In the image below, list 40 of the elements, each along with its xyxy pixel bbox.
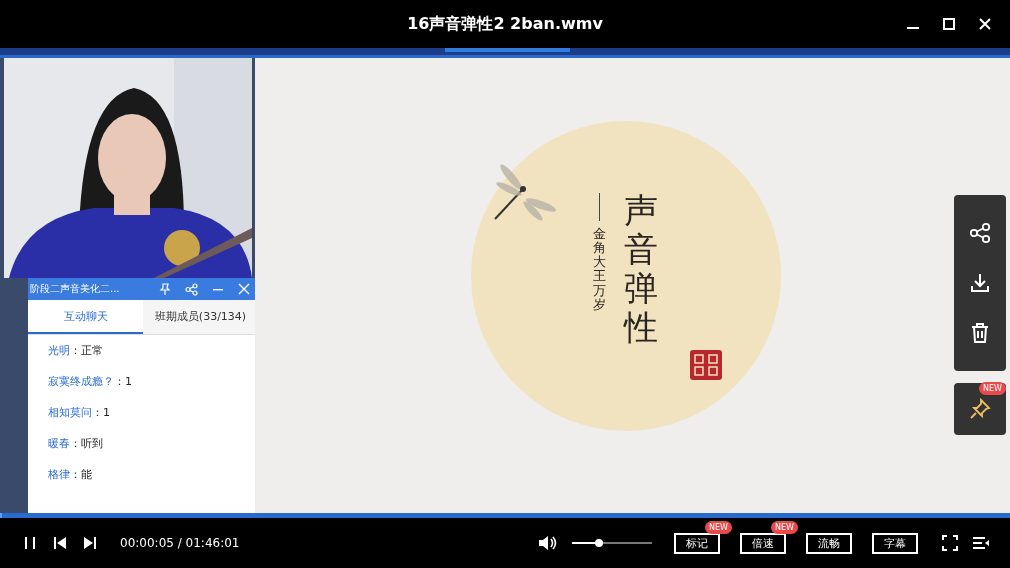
panel-title: 阶段二声音美化二...: [30, 282, 121, 296]
sender-name: 暖春: [48, 437, 70, 450]
seal-stamp-icon: [688, 348, 723, 381]
message-text: ：正常: [70, 344, 103, 357]
next-icon[interactable]: [82, 535, 98, 551]
sender-name: 寂寞终成瘾？: [48, 375, 114, 388]
volume-icon[interactable]: [538, 534, 558, 552]
share-icon[interactable]: [969, 222, 991, 244]
player-option-button[interactable]: 倍速: [740, 533, 786, 554]
progress-track[interactable]: [0, 513, 1010, 518]
dragonfly-drawing: [492, 162, 559, 221]
maximize-icon[interactable]: [942, 17, 956, 31]
sender-name: 光明: [48, 344, 70, 357]
trash-icon[interactable]: [969, 322, 991, 344]
message-text: ：1: [114, 375, 132, 388]
new-badge: NEW: [771, 521, 798, 534]
new-badge: NEW: [979, 382, 1006, 395]
previous-icon[interactable]: [52, 535, 68, 551]
slide-title: 声音弹性: [624, 190, 658, 349]
window-title: 16声音弹性2 2ban.wmv: [407, 13, 603, 35]
playlist-icon[interactable]: [972, 535, 990, 551]
pause-icon[interactable]: [22, 535, 38, 551]
chat-tab[interactable]: 班期成员(33/134): [143, 300, 258, 334]
playback-time: 00:00:05 / 01:46:01: [120, 536, 240, 550]
message-text: ：听到: [70, 437, 103, 450]
player-option-button[interactable]: 标记: [674, 533, 720, 554]
slide-subtitle: 金角大王万岁: [593, 226, 606, 313]
sender-name: 格律: [48, 468, 70, 481]
pin-icon[interactable]: [159, 283, 171, 295]
player-option-button[interactable]: 流畅: [806, 533, 852, 554]
pin-button[interactable]: NEW: [954, 383, 1006, 435]
message-text: ：1: [92, 406, 110, 419]
pin-icon: [969, 398, 991, 420]
close-icon[interactable]: [978, 17, 992, 31]
fullscreen-icon[interactable]: [942, 535, 958, 551]
player-option-button[interactable]: 字幕: [872, 533, 918, 554]
sender-name: 相知莫问: [48, 406, 92, 419]
message-text: ：能: [70, 468, 92, 481]
new-badge: NEW: [705, 521, 732, 534]
download-icon[interactable]: [969, 272, 991, 294]
